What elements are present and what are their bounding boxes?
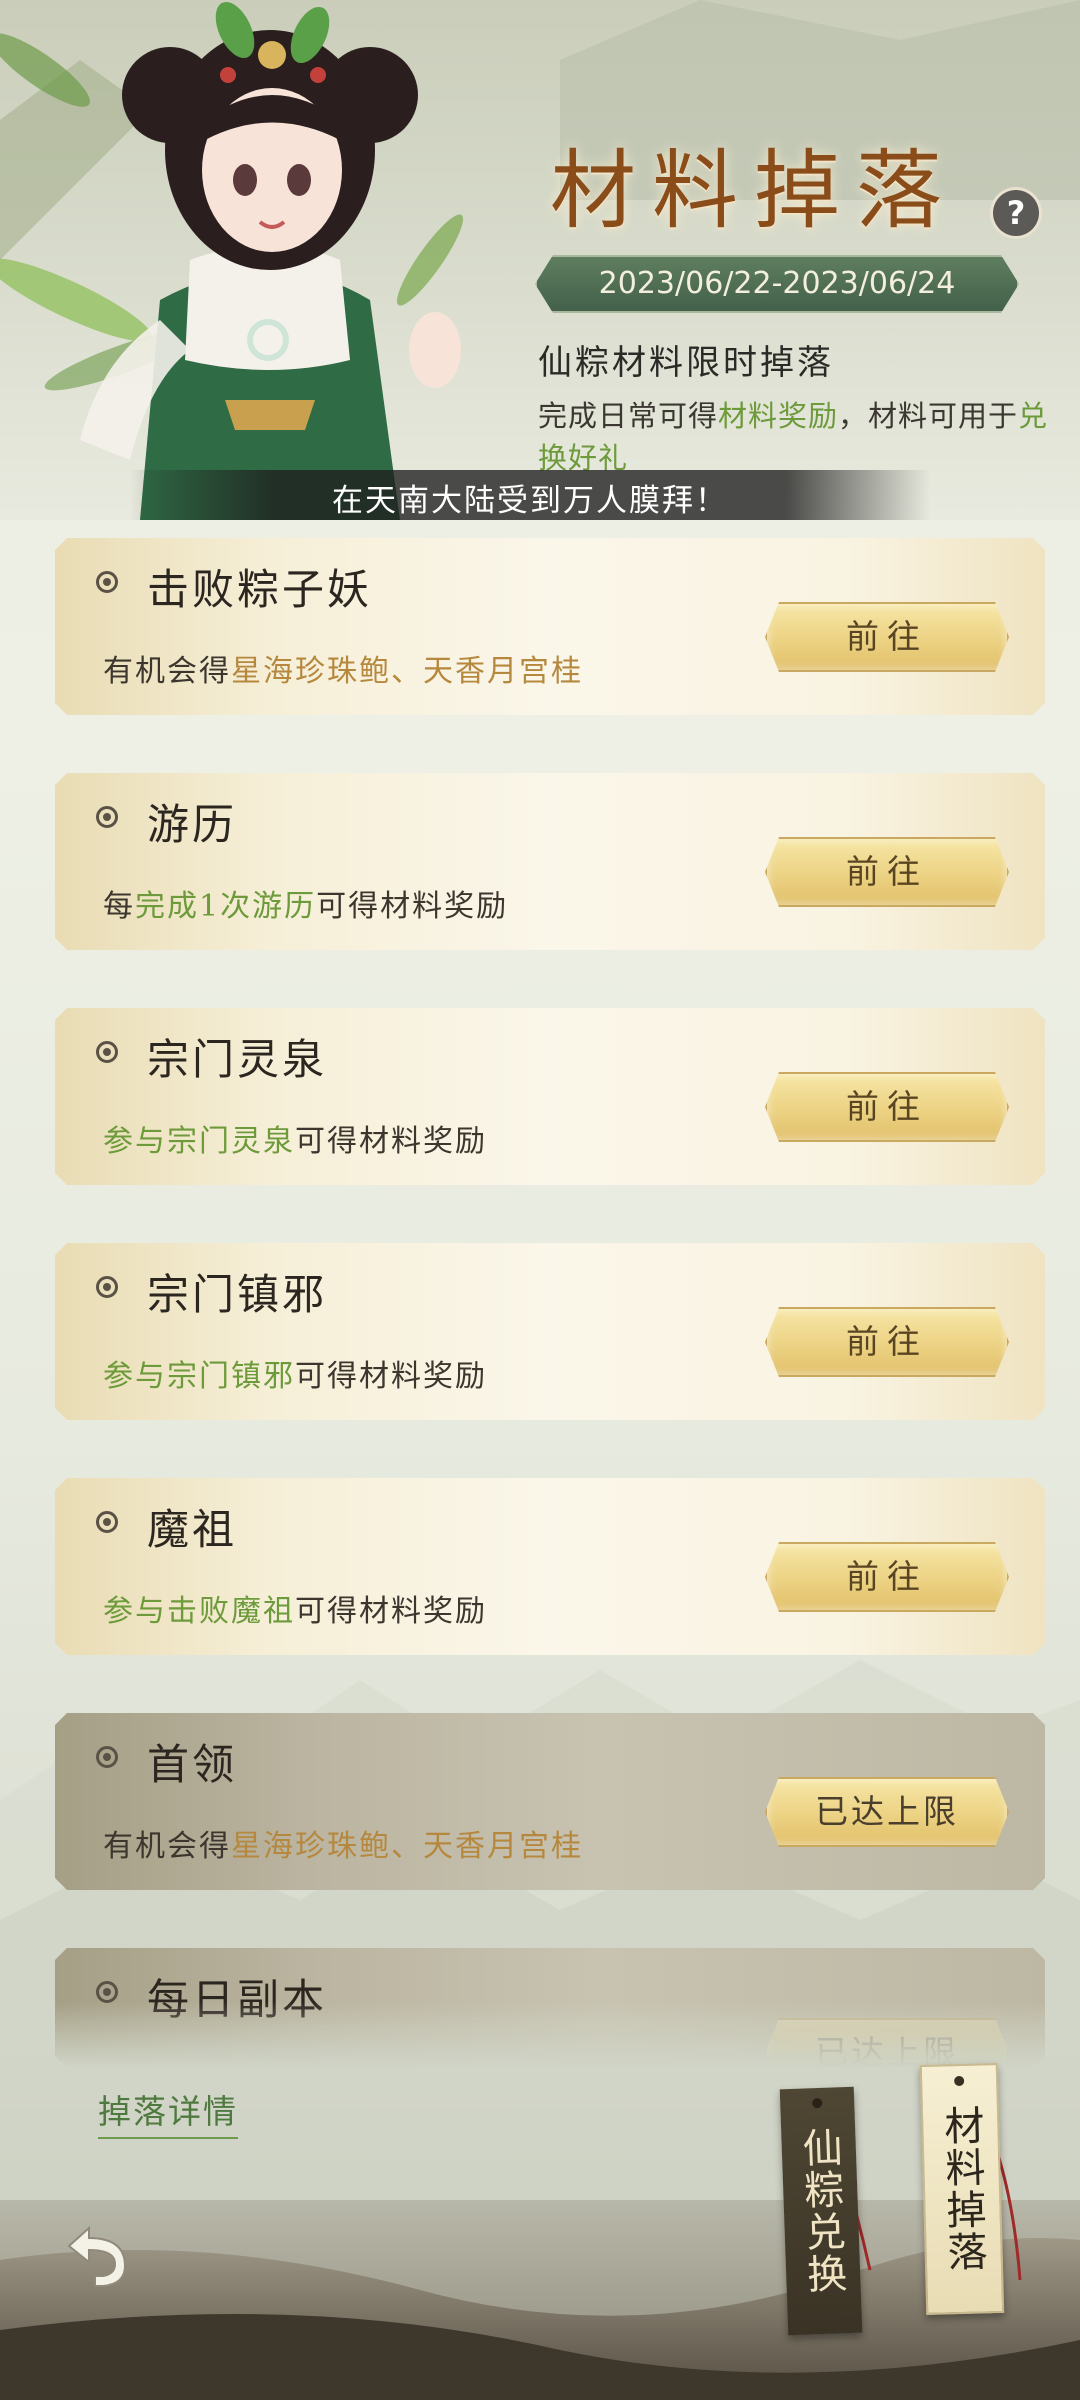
task-title: 击败粽子妖 <box>147 565 373 614</box>
desc-highlight: 参与宗门灵泉 <box>103 1124 295 1159</box>
task-card: 游历 每完成1次游历可得材料奖励 前往 <box>55 773 1045 950</box>
go-button[interactable]: 前往 <box>765 1542 1009 1612</box>
task-description: 有机会得星海珍珠鲍、天香月宫桂 <box>103 646 583 690</box>
desc-plain-2: 可得材料奖励 <box>295 1594 487 1629</box>
task-card-maxed: 每日副本 已达上限 <box>55 1948 1045 2068</box>
desc-plain: 每 <box>103 889 135 924</box>
limit-reached-button[interactable]: 已达上限 <box>765 1777 1009 1847</box>
desc-text-1: 完成日常可得 <box>538 399 719 433</box>
desc-reward: 星海珍珠鲍、天香月宫桂 <box>231 1829 583 1864</box>
radio-dot-icon <box>96 1511 118 1533</box>
tag-hole <box>954 2075 965 2087</box>
drop-details-link[interactable]: 掉落详情 <box>98 2085 238 2139</box>
go-button[interactable]: 前往 <box>765 1072 1009 1142</box>
desc-reward: 星海珍珠鲍、天香月宫桂 <box>231 654 583 689</box>
desc-highlight: 参与击败魔祖 <box>103 1594 295 1629</box>
task-title: 魔祖 <box>147 1505 238 1554</box>
event-title: 材料掉落 <box>540 120 1060 241</box>
event-header: 材料掉落 ? 2023/06/22-2023/06/24 仙粽材料限时掉落 完成… <box>0 0 1080 520</box>
desc-plain: 有机会得 <box>103 654 231 689</box>
radio-dot-icon <box>96 1981 118 2003</box>
go-button[interactable]: 前往 <box>765 837 1009 907</box>
task-list: 击败粽子妖 有机会得星海珍珠鲍、天香月宫桂 前往 游历 每完成1次游历可得材料奖… <box>55 538 1045 2068</box>
desc-plain-2: 可得材料奖励 <box>316 889 509 924</box>
desc-highlight: 完成1次游历 <box>135 889 317 924</box>
exchange-tab[interactable]: 仙粽兑换 <box>779 2086 863 2336</box>
material-drop-tab-label: 材料掉落 <box>936 2104 988 2274</box>
task-card: 宗门镇邪 参与宗门镇邪可得材料奖励 前往 <box>55 1243 1045 1420</box>
task-card: 宗门灵泉 参与宗门灵泉可得材料奖励 前往 <box>55 1008 1045 1185</box>
task-description: 参与宗门镇邪可得材料奖励 <box>103 1351 487 1395</box>
task-description: 参与宗门灵泉可得材料奖励 <box>103 1116 487 1160</box>
task-card: 击败粽子妖 有机会得星海珍珠鲍、天香月宫桂 前往 <box>55 538 1045 715</box>
task-description: 每完成1次游历可得材料奖励 <box>103 881 508 925</box>
task-card-maxed: 首领 有机会得星海珍珠鲍、天香月宫桂 已达上限 <box>55 1713 1045 1890</box>
desc-text-2: ，材料可用于 <box>838 399 1019 433</box>
radio-dot-icon <box>96 571 118 593</box>
exchange-tab-label: 仙粽兑换 <box>795 2126 847 2296</box>
character-portrait <box>80 1 461 520</box>
desc-plain-2: 可得材料奖励 <box>295 1124 487 1159</box>
event-description: 完成日常可得材料奖励，材料可用于兑换好礼 <box>538 395 1058 479</box>
back-arrow-icon[interactable] <box>55 2222 135 2292</box>
desc-plain-2: 可得材料奖励 <box>295 1359 487 1394</box>
radio-dot-icon <box>96 806 118 828</box>
question-icon[interactable]: ? <box>993 190 1039 236</box>
tag-hole <box>812 2097 823 2109</box>
task-title: 游历 <box>147 800 238 849</box>
bottom-terrain <box>0 2238 1080 2400</box>
radio-dot-icon <box>96 1276 118 1298</box>
task-title: 宗门镇邪 <box>147 1270 328 1319</box>
task-title: 宗门灵泉 <box>147 1035 328 1084</box>
desc-highlight-1: 材料奖励 <box>718 399 839 433</box>
date-range-banner: 2023/06/22-2023/06/24 <box>535 255 1019 313</box>
go-button[interactable]: 前往 <box>765 1307 1009 1377</box>
go-button[interactable]: 前往 <box>765 602 1009 672</box>
radio-dot-icon <box>96 1041 118 1063</box>
task-title: 首领 <box>147 1740 238 1789</box>
event-title-text: 材料掉落 <box>550 141 958 241</box>
task-title: 每日副本 <box>147 1975 328 2024</box>
material-drop-tab[interactable]: 材料掉落 <box>919 2063 1005 2315</box>
event-subtitle: 仙粽材料限时掉落 <box>538 343 834 383</box>
task-description: 参与击败魔祖可得材料奖励 <box>103 1586 487 1630</box>
radio-dot-icon <box>96 1746 118 1768</box>
marquee-notice: 在天南大陆受到万人膜拜！ <box>130 470 930 520</box>
desc-plain: 有机会得 <box>103 1829 231 1864</box>
task-description: 有机会得星海珍珠鲍、天香月宫桂 <box>103 1821 583 1865</box>
desc-highlight: 参与宗门镇邪 <box>103 1359 295 1394</box>
task-card: 魔祖 参与击败魔祖可得材料奖励 前往 <box>55 1478 1045 1655</box>
